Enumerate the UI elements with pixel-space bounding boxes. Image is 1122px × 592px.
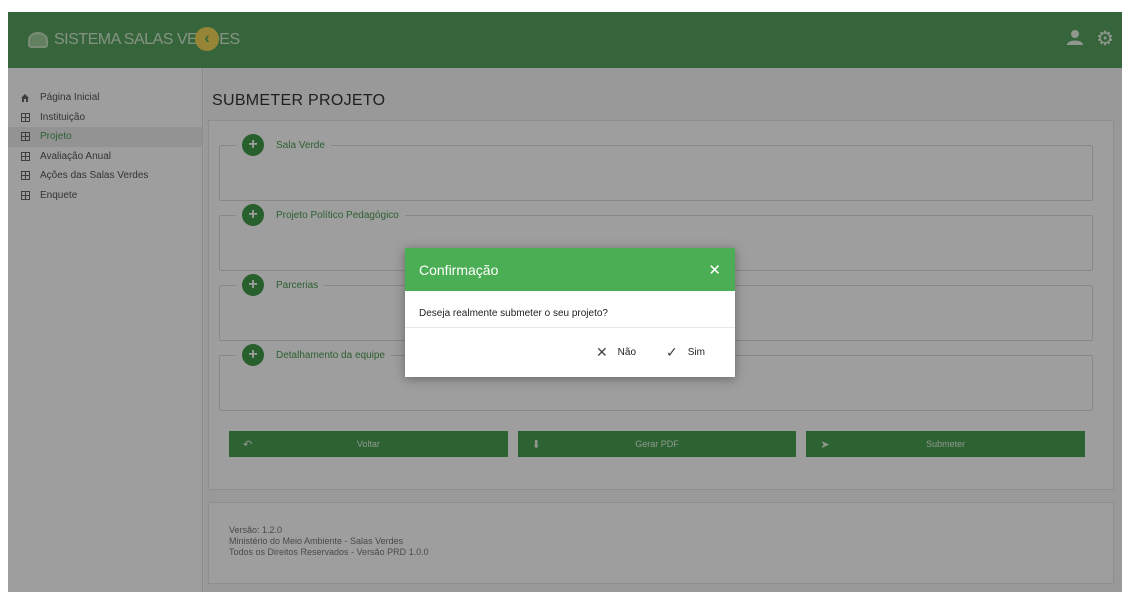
app-frame: SISTEMA SALAS VERDES ‹ ⚙ Página Inicial … [8, 12, 1122, 592]
check-icon: ✓ [666, 344, 678, 360]
dialog-body: Deseja realmente submeter o seu projeto? [405, 291, 735, 328]
close-icon[interactable]: ✕ [708, 261, 721, 279]
dialog-message: Deseja realmente submeter o seu projeto? [419, 308, 608, 319]
confirmation-dialog: Confirmação ✕ Deseja realmente submeter … [405, 248, 735, 377]
yes-button[interactable]: ✓ Sim [666, 344, 705, 361]
yes-button-label: Sim [687, 347, 705, 358]
dialog-title: Confirmação [419, 261, 499, 278]
close-icon: ✕ [595, 344, 608, 360]
dialog-header: Confirmação ✕ [405, 248, 735, 291]
dialog-footer: ✕ Não ✓ Sim [405, 328, 735, 377]
no-button-label: Não [617, 347, 637, 358]
no-button[interactable]: ✕ Não [596, 344, 636, 361]
